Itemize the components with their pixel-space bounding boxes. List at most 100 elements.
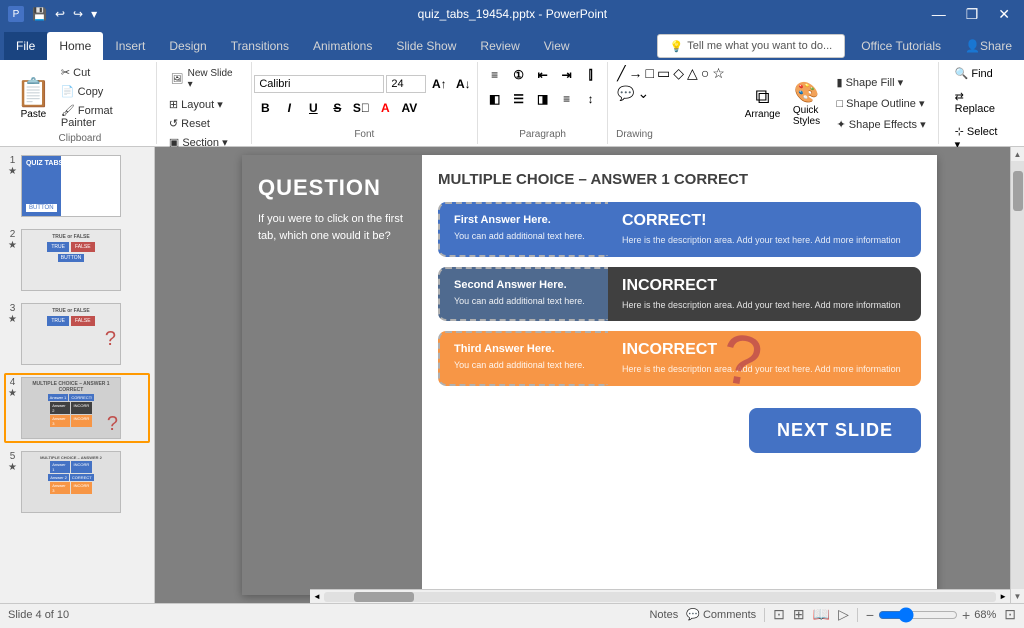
font-family-selector[interactable] (254, 75, 384, 93)
diamond-shape[interactable]: ◇ (672, 64, 685, 83)
answer-row-2: Second Answer Here. You can add addition… (438, 267, 921, 322)
tell-me-input[interactable]: 💡 Tell me what you want to do... (657, 34, 846, 58)
slide-thumbnail-3[interactable]: 3 ★ TRUE or FALSE TRUE FALSE ? (4, 299, 150, 369)
tab-design[interactable]: Design (157, 32, 218, 60)
title-bar: P 💾 ↩ ↪ ▾ quiz_tabs_19454.pptx - PowerPo… (0, 0, 1024, 28)
shadow-button[interactable]: S⃣ (350, 97, 372, 119)
circle-shape[interactable]: ○ (700, 64, 710, 83)
line-spacing-button[interactable]: ↕ (580, 88, 602, 110)
paste-button[interactable]: 📋 Paste (12, 72, 55, 124)
line-shape[interactable]: ╱ (616, 64, 626, 83)
arrow-shape[interactable]: → (628, 64, 644, 83)
maximize-button[interactable]: ❐ (960, 4, 985, 25)
increase-indent-button[interactable]: ⇥ (556, 64, 578, 86)
answer-2-desc: You can add additional text here. (454, 295, 594, 308)
tab-animations[interactable]: Animations (301, 32, 384, 60)
office-tutorials-link[interactable]: Office Tutorials (849, 32, 953, 60)
comments-button[interactable]: 💬 Comments (686, 608, 756, 621)
replace-button[interactable]: ⇄ Replace (947, 87, 1012, 118)
close-button[interactable]: ✕ (992, 4, 1016, 25)
font-color-button[interactable]: A (374, 97, 396, 119)
drawing-group: ╱ → □ ▭ ◇ △ ○ ☆ 💬 ⌄ Drawing ⧉ Arrange (608, 62, 939, 144)
slides-panel[interactable]: 1 ★ QUIZ TABS BUTTON 2 ★ TRUE or FALSE T… (0, 147, 155, 603)
title-bar-left: P 💾 ↩ ↪ ▾ (8, 5, 99, 23)
tab-file[interactable]: File (4, 32, 47, 60)
find-button[interactable]: 🔍 Find (947, 64, 1001, 83)
font-size-selector[interactable] (386, 75, 426, 93)
underline-button[interactable]: U (302, 97, 324, 119)
quick-styles-button[interactable]: 🎨 QuickStyles (784, 76, 828, 131)
h-scroll-thumb[interactable] (354, 592, 414, 602)
slide-thumbnail-5[interactable]: 5 ★ MULTIPLE CHOICE – ANSWER 2 Answer 1 … (4, 447, 150, 517)
numbering-button[interactable]: ① (508, 64, 530, 86)
tab-review[interactable]: Review (468, 32, 531, 60)
tab-slide-show[interactable]: Slide Show (384, 32, 468, 60)
minimize-button[interactable]: — (926, 4, 952, 24)
next-slide-button[interactable]: NEXT SLIDE (749, 408, 921, 453)
tab-insert[interactable]: Insert (103, 32, 157, 60)
scroll-thumb[interactable] (1013, 171, 1023, 211)
answer-1-desc: You can add additional text here. (454, 230, 594, 243)
zoom-plus-button[interactable]: + (962, 607, 970, 623)
scroll-left-button[interactable]: ◄ (310, 592, 324, 601)
character-spacing-button[interactable]: AV (398, 97, 420, 119)
italic-button[interactable]: I (278, 97, 300, 119)
decrease-font-button[interactable]: A↓ (452, 73, 474, 95)
scroll-right-button[interactable]: ► (996, 592, 1010, 601)
shape-outline-button[interactable]: □ Shape Outline ▾ (832, 95, 929, 112)
save-icon[interactable]: 💾 (30, 5, 49, 23)
justify-button[interactable]: ≡ (556, 88, 578, 110)
app-icon: P (8, 6, 24, 22)
slide-thumbnail-4[interactable]: 4 ★ MULTIPLE CHOICE – ANSWER 1 CORRECT A… (4, 373, 150, 443)
redo-icon[interactable]: ↪ (71, 5, 85, 23)
horizontal-scrollbar[interactable]: ◄ ► (310, 589, 1010, 603)
bullets-button[interactable]: ≡ (484, 64, 506, 86)
decrease-indent-button[interactable]: ⇤ (532, 64, 554, 86)
tab-home[interactable]: Home (47, 32, 103, 60)
customize-icon[interactable]: ▾ (89, 5, 99, 23)
slideshow-button[interactable]: ▷ (838, 606, 849, 623)
zoom-minus-button[interactable]: − (866, 607, 874, 623)
share-button[interactable]: 👤 Share (953, 32, 1024, 60)
layout-button[interactable]: ⊞ Layout ▾ (165, 96, 227, 113)
slides-group: 🖼 New Slide ▾ ⊞ Layout ▾ ↺ Reset ▣ Secti… (157, 62, 252, 144)
shape-effects-button[interactable]: ✦ Shape Effects ▾ (832, 116, 929, 133)
tab-transitions[interactable]: Transitions (219, 32, 301, 60)
slide-sorter-button[interactable]: ⊞ (793, 606, 805, 623)
star-shape[interactable]: ☆ (711, 64, 726, 83)
normal-view-button[interactable]: ⊡ (773, 606, 785, 623)
align-right-button[interactable]: ◨ (532, 88, 554, 110)
align-center-button[interactable]: ☰ (508, 88, 530, 110)
tab-view[interactable]: View (532, 32, 582, 60)
align-left-button[interactable]: ◧ (484, 88, 506, 110)
more-shapes[interactable]: ⌄ (637, 84, 651, 103)
reading-view-button[interactable]: 📖 (813, 606, 830, 623)
status-bar: Slide 4 of 10 Notes 💬 Comments ⊡ ⊞ 📖 ▷ −… (0, 603, 1024, 625)
scroll-up-button[interactable]: ▲ (1011, 147, 1024, 161)
triangle-shape[interactable]: △ (686, 64, 699, 83)
arrange-button[interactable]: ⧉ Arrange (740, 82, 784, 124)
callout-shape[interactable]: 💬 (616, 84, 635, 103)
copy-button[interactable]: 📄 Copy (57, 83, 148, 100)
vertical-scrollbar[interactable]: ▲ ▼ (1010, 147, 1024, 603)
columns-button[interactable]: ⫿ (580, 64, 602, 86)
new-slide-button[interactable]: 🖼 New Slide ▾ (165, 64, 243, 94)
undo-icon[interactable]: ↩ (53, 5, 67, 23)
zoom-control[interactable]: − + 68% (866, 607, 996, 623)
notes-button[interactable]: Notes (649, 609, 678, 621)
strikethrough-button[interactable]: S (326, 97, 348, 119)
reset-button[interactable]: ↺ Reset (165, 115, 214, 132)
fit-window-button[interactable]: ⊡ (1004, 606, 1016, 623)
increase-font-button[interactable]: A↑ (428, 73, 450, 95)
scroll-down-button[interactable]: ▼ (1011, 589, 1024, 603)
shape-fill-button[interactable]: ▮ Shape Fill ▾ (832, 74, 929, 91)
rounded-rect-shape[interactable]: ▭ (656, 64, 671, 83)
answer-3-result-desc: Here is the description area. Add your t… (622, 363, 907, 376)
slide-thumbnail-2[interactable]: 2 ★ TRUE or FALSE TRUE FALSE BUTTON (4, 225, 150, 295)
cut-button[interactable]: ✂ Cut (57, 64, 148, 81)
bold-button[interactable]: B (254, 97, 276, 119)
format-painter-button[interactable]: 🖌 Format Painter (57, 102, 148, 131)
zoom-slider[interactable] (878, 607, 958, 623)
rect-shape[interactable]: □ (645, 64, 655, 83)
slide-thumbnail-1[interactable]: 1 ★ QUIZ TABS BUTTON (4, 151, 150, 221)
